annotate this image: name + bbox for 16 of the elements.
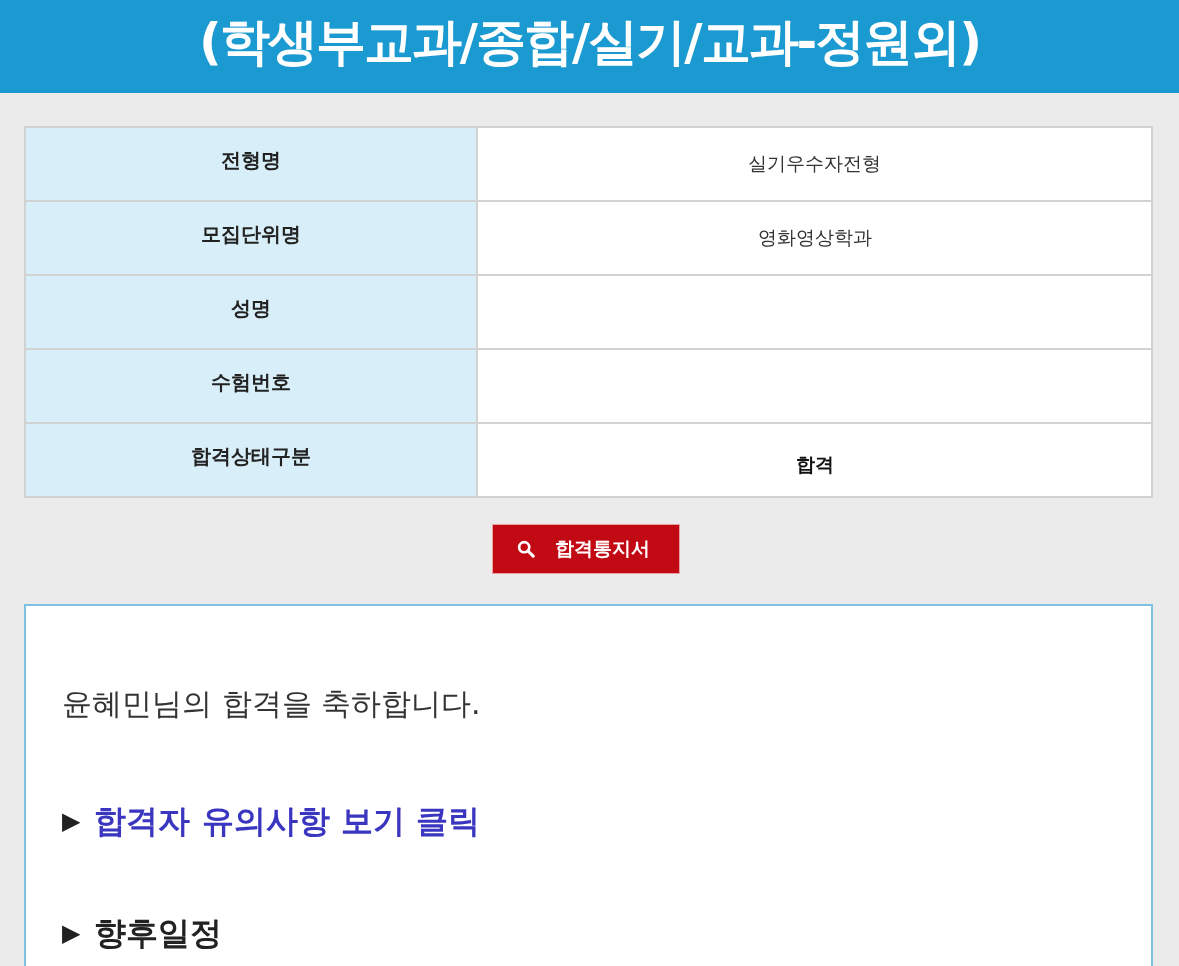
section-heading: 향후일정	[94, 913, 223, 954]
row-label: 합격상태구분	[25, 423, 477, 497]
notice-link[interactable]: 합격자 유의사항 보기 클릭	[94, 800, 480, 842]
row-label: 모집단위명	[25, 201, 477, 275]
bullet-marker: ▶	[62, 806, 81, 837]
greeting-text: 윤혜민님의 합격을 축하합니다.	[62, 685, 482, 723]
table-cell: 합격	[477, 423, 1152, 497]
notice-button[interactable]: 합격통지서	[491, 524, 680, 574]
row-label: 전형명	[25, 127, 477, 201]
table-cell: 영화영상학과	[477, 201, 1152, 275]
table-cell: 실기우수자전형	[477, 127, 1152, 201]
page-title: (학생부교과/종합/실기/교과-정원외)	[198, 11, 981, 73]
search-icon	[517, 540, 535, 558]
row-label: 성명	[25, 275, 477, 349]
bullet-marker: ▶	[62, 918, 81, 949]
row-label: 수험번호	[25, 349, 477, 423]
